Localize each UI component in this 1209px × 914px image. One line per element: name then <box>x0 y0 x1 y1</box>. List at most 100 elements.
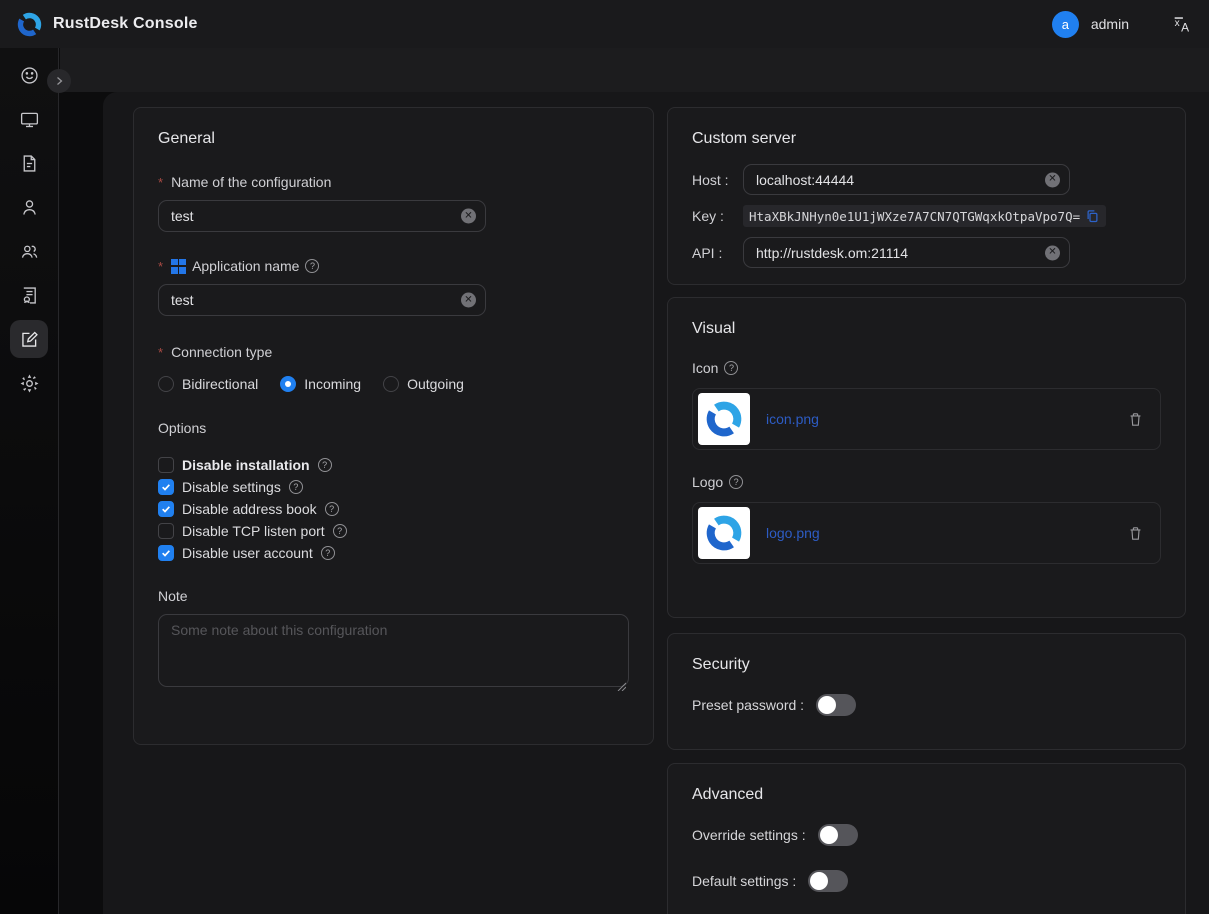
clear-icon[interactable]: ✕ <box>1045 172 1060 187</box>
help-icon[interactable]: ? <box>325 502 339 516</box>
svg-text:x: x <box>1175 18 1180 29</box>
users-group-icon <box>19 241 40 262</box>
config-name-input[interactable] <box>171 208 455 224</box>
monitor-icon <box>19 109 40 130</box>
delete-icon[interactable] <box>1127 525 1144 542</box>
edit-configuration-icon <box>19 329 40 350</box>
content-area: General * Name of the configuration ✕ * … <box>103 92 1209 914</box>
required-asterisk: * <box>158 259 163 274</box>
panel-general: General * Name of the configuration ✕ * … <box>133 107 654 745</box>
config-name-label: * Name of the configuration <box>158 174 629 190</box>
connection-type-group: Bidirectional Incoming Outgoing <box>158 376 629 392</box>
user-icon <box>19 197 40 218</box>
gear-icon <box>19 373 40 394</box>
app-header: RustDesk Console a admin x A <box>0 0 1209 48</box>
override-settings-label: Override settings : <box>692 827 806 843</box>
radio-incoming[interactable]: Incoming <box>280 376 361 392</box>
sidebar-item-devices[interactable] <box>0 97 58 141</box>
config-name-field[interactable]: ✕ <box>158 200 486 232</box>
application-name-input[interactable] <box>171 292 455 308</box>
icon-file-link[interactable]: icon.png <box>766 411 819 427</box>
radio-icon <box>383 376 399 392</box>
icon-file-row: icon.png <box>692 388 1161 450</box>
clear-icon[interactable]: ✕ <box>461 209 476 224</box>
key-row: Key : HtaXBkJNHyn0e1U1jWXze7A7CN7QTGWqxk… <box>692 205 1161 227</box>
document-icon <box>19 153 40 174</box>
help-icon[interactable]: ? <box>333 524 347 538</box>
sidebar-item-users[interactable] <box>0 185 58 229</box>
panel-security: Security Preset password : <box>667 633 1186 750</box>
preset-password-toggle[interactable] <box>816 694 856 716</box>
delete-icon[interactable] <box>1127 411 1144 428</box>
checkbox-disable-address-book[interactable]: Disable address book ? <box>158 498 629 520</box>
checkbox-icon <box>158 501 174 517</box>
sidebar-item-audit[interactable] <box>0 273 58 317</box>
logo-file-row: logo.png <box>692 502 1161 564</box>
checkbox-disable-user-account[interactable]: Disable user account ? <box>158 542 629 564</box>
sidebar-item-configurations[interactable] <box>0 317 58 361</box>
username[interactable]: admin <box>1091 16 1129 32</box>
windows-icon <box>171 259 186 274</box>
rustdesk-logo-icon <box>704 513 744 553</box>
note-textarea[interactable] <box>158 614 629 687</box>
app-body: General * Name of the configuration ✕ * … <box>0 48 1209 914</box>
sidebar-item-groups[interactable] <box>0 229 58 273</box>
user-avatar[interactable]: a <box>1052 11 1079 38</box>
default-settings-label: Default settings : <box>692 873 796 889</box>
audit-log-icon <box>19 285 40 306</box>
checkbox-icon <box>158 457 174 473</box>
panel-advanced: Advanced Override settings : Default set… <box>667 763 1186 914</box>
connection-type-label: * Connection type <box>158 344 629 360</box>
icon-thumbnail <box>698 393 750 445</box>
chevron-right-icon <box>53 75 65 87</box>
help-icon[interactable]: ? <box>318 458 332 472</box>
logo-thumbnail <box>698 507 750 559</box>
clear-icon[interactable]: ✕ <box>1045 245 1060 260</box>
brand: RustDesk Console <box>16 11 198 38</box>
checkbox-disable-tcp-listen-port[interactable]: Disable TCP listen port ? <box>158 520 629 542</box>
radio-icon <box>158 376 174 392</box>
default-settings-toggle[interactable] <box>808 870 848 892</box>
options-label: Options <box>158 420 629 436</box>
sidebar-item-settings[interactable] <box>0 361 58 405</box>
logo-label: Logo ? <box>692 474 1161 490</box>
clear-icon[interactable]: ✕ <box>461 293 476 308</box>
svg-text:A: A <box>1181 20 1189 34</box>
help-icon[interactable]: ? <box>321 546 335 560</box>
sidebar-item-sessions[interactable] <box>0 141 58 185</box>
radio-outgoing[interactable]: Outgoing <box>383 376 464 392</box>
application-name-field[interactable]: ✕ <box>158 284 486 316</box>
help-icon[interactable]: ? <box>724 361 738 375</box>
api-row: API : ✕ <box>692 237 1161 268</box>
checkbox-icon <box>158 523 174 539</box>
host-row: Host : ✕ <box>692 164 1161 195</box>
preset-password-label: Preset password : <box>692 697 804 713</box>
host-field[interactable]: ✕ <box>743 164 1070 195</box>
host-label: Host : <box>692 172 743 188</box>
override-settings-toggle[interactable] <box>818 824 858 846</box>
logo-file-link[interactable]: logo.png <box>766 525 820 541</box>
translate-language-icon[interactable]: x A <box>1171 13 1193 35</box>
help-icon[interactable]: ? <box>729 475 743 489</box>
checkbox-disable-settings[interactable]: Disable settings ? <box>158 476 629 498</box>
smiley-icon <box>19 65 40 86</box>
help-icon[interactable]: ? <box>305 259 319 273</box>
api-field[interactable]: ✕ <box>743 237 1070 268</box>
checkbox-disable-installation[interactable]: Disable installation ? <box>158 454 629 476</box>
sidebar-rail <box>0 48 59 914</box>
key-label: Key : <box>692 208 743 224</box>
override-settings-row: Override settings : <box>692 824 1161 846</box>
api-input[interactable] <box>756 245 1039 261</box>
options-group: Disable installation ? Disable settings … <box>158 454 629 564</box>
key-value-chip[interactable]: HtaXBkJNHyn0e1U1jWXze7A7CN7QTGWqxkOtpaVp… <box>743 205 1106 227</box>
sidebar-expand-button[interactable] <box>47 69 71 93</box>
rustdesk-logo-icon <box>704 399 744 439</box>
preset-password-row: Preset password : <box>692 694 1161 716</box>
visual-title: Visual <box>692 320 1161 338</box>
copy-icon[interactable] <box>1085 209 1100 224</box>
radio-bidirectional[interactable]: Bidirectional <box>158 376 258 392</box>
help-icon[interactable]: ? <box>289 480 303 494</box>
icon-label: Icon ? <box>692 360 1161 376</box>
panel-visual: Visual Icon ? icon.png Logo ? <box>667 297 1186 618</box>
host-input[interactable] <box>756 172 1039 188</box>
